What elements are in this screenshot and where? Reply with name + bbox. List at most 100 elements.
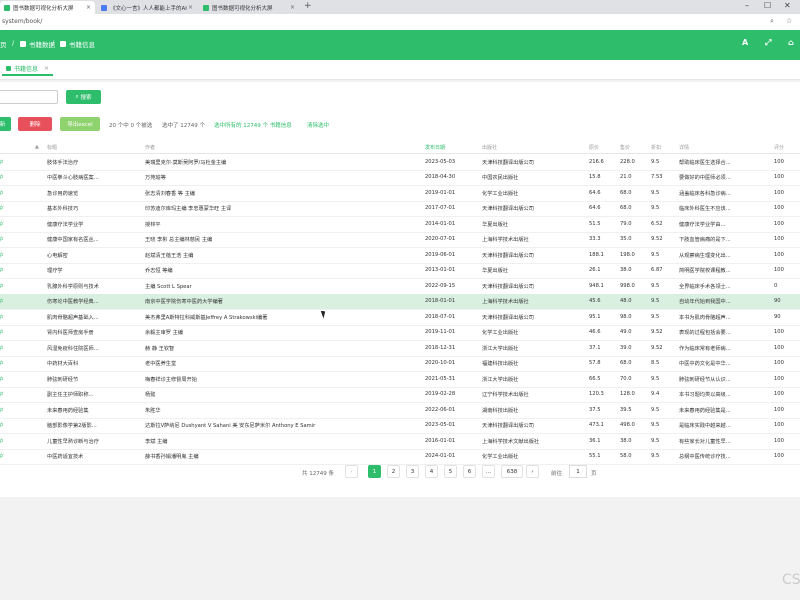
cell-price: 188.1: [589, 251, 604, 258]
cell-discount: 9.5: [651, 298, 660, 304]
row-edit-icon[interactable]: 护: [0, 438, 10, 445]
row-edit-icon[interactable]: 护: [0, 174, 10, 181]
row-edit-icon[interactable]: 护: [0, 298, 10, 305]
browser-tab-1[interactable]: 图书数据可视化分析大屏 ×: [0, 1, 95, 14]
search-icon[interactable]: ⌕: [770, 17, 774, 26]
cell-publisher: 辽宁科学技术出版社: [482, 392, 529, 398]
row-edit-icon[interactable]: 护: [0, 205, 10, 212]
table-row[interactable]: 护 伤寒论中医教学经典... 南京中医学院伤寒中医药大学编著 2018-01-01 上海…: [0, 293, 800, 310]
search-input[interactable]: [0, 90, 58, 104]
row-edit-icon[interactable]: 护: [0, 360, 10, 367]
table-row[interactable]: 护 风湿免疫科住院医师... 赫 静 王钦智 2018-12-31 浙江大学出版社 37.…: [0, 340, 800, 357]
table-row[interactable]: 护 中医药适宜技术 薛书香孙娟潘明胤 主编 2024-01-01 化学工业出版社 55.1…: [0, 449, 800, 465]
row-edit-icon[interactable]: 护: [0, 422, 10, 429]
row-edit-icon[interactable]: 护: [0, 283, 10, 290]
cell-rating: 100: [774, 391, 784, 397]
column-header-detail[interactable]: 详情: [679, 144, 689, 151]
row-edit-icon[interactable]: 护: [0, 236, 10, 243]
select-all-link[interactable]: 选中所有的 12749 个 书籍信息: [214, 121, 292, 129]
row-edit-icon[interactable]: 护: [0, 329, 10, 336]
table-row[interactable]: 护 肾内科医师查房手册 余毅主审罗 主编 2019-11-01 化学工业出版社 46.6 4…: [0, 325, 800, 341]
table-row[interactable]: 护 理疗学 乔志恒 等编 2013-01-01 华夏出版社 26.1 38.0 6.87 简明医…: [0, 263, 800, 279]
cell-author: 万苑瑜等: [145, 175, 166, 181]
close-tab-icon[interactable]: ×: [86, 4, 91, 11]
goto-page-input[interactable]: 1: [569, 465, 587, 478]
column-header-rating[interactable]: 评分: [774, 144, 784, 151]
selected-count: 选中了 12749 个: [162, 123, 205, 129]
page-button[interactable]: 5: [444, 465, 457, 478]
table-row[interactable]: 护 肢体手法治疗 美瑞里克尔·莫斯吴阿罗/马杜金主编 2023-05-03 天津科技翻译…: [0, 154, 800, 171]
clear-selection-link[interactable]: 清除选中: [307, 121, 329, 129]
close-icon[interactable]: ×: [44, 65, 49, 72]
cell-publisher: 化学工业出版社: [482, 454, 519, 460]
row-edit-icon[interactable]: 护: [0, 391, 10, 398]
table-row[interactable]: 护 未来春用药经验集 朱胜华 2022-06-01 湖南科技出版社 37.5 39.5 9.5…: [0, 402, 800, 419]
table-row[interactable]: 护 肺弦刺研经节 梅春祥诊主修督周开始 2021-05-31 浙江大学出版社 66.5 70…: [0, 371, 800, 388]
table-row[interactable]: 护 肌肉骨骼超声基础入... 美杰弗里A斯特拉科威斯基Jeffrey A Strak…: [0, 309, 800, 326]
breadcrumb-book-data[interactable]: 书籍数据: [20, 39, 55, 49]
table-row[interactable]: 护 心电解密 赵斌清王蓓王浩 主编 2019-06-01 天津科技翻译出版公司 188.1…: [0, 247, 800, 264]
column-header-publisher[interactable]: 出版社: [482, 144, 497, 151]
address-bar[interactable]: system/book/ ⌕ ☆: [0, 14, 800, 31]
export-excel-button[interactable]: 导出excel: [60, 117, 100, 131]
table-row[interactable]: 护 基本外科技巧 印苏迪尔库玛主编 李忠惠蒙华旺 主译 2017-07-01 天津科技翻…: [0, 201, 800, 217]
table-row[interactable]: 护 健康中国家有名医丛... 王晓 李彬 总主编林慈民 主编 2020-07-01 上海…: [0, 232, 800, 248]
url-text[interactable]: system/book/: [2, 18, 42, 25]
search-button[interactable]: ⌕ 搜索: [66, 90, 101, 104]
sort-icon[interactable]: ▲: [35, 144, 39, 150]
column-header-discount[interactable]: 折扣: [651, 144, 661, 151]
page-button[interactable]: 6: [463, 465, 476, 478]
add-button[interactable]: 新: [0, 117, 11, 131]
browser-tab-3[interactable]: 图书数据可视化分析大屏 ×: [199, 1, 299, 14]
table-row[interactable]: 护 儿童性早熟诊断与治疗 李斌 主编 2016-01-01 上海科学技术文献出版社 36.…: [0, 433, 800, 450]
tab-book-info[interactable]: 书籍信息 ×: [2, 62, 54, 76]
table-row[interactable]: 护 急诊用药速览 张志清刘春香 等 主编 2019-01-01 化学工业出版社 64.6 6…: [0, 185, 800, 202]
cell-rating: 100: [774, 251, 784, 258]
prev-page-button[interactable]: ‹: [345, 465, 358, 478]
breadcrumb-book-info[interactable]: 书籍信息: [60, 39, 95, 49]
row-edit-icon[interactable]: 护: [0, 453, 10, 460]
column-header-date[interactable]: 发布日期: [425, 144, 445, 151]
font-size-icon[interactable]: A: [742, 38, 748, 47]
cell-date: 2020-10-01: [425, 360, 456, 366]
new-tab-button[interactable]: +: [304, 1, 312, 11]
table-row[interactable]: 护 中医拳斗心肢病医案... 万苑瑜等 2018-04-30 中国农民出版社 15.8 21…: [0, 170, 800, 186]
close-tab-icon[interactable]: ×: [188, 4, 193, 11]
home-icon[interactable]: ⌂: [788, 38, 794, 47]
column-header-sale-price[interactable]: 售价: [620, 144, 630, 151]
table-row[interactable]: 护 健康疗法学业学 授林平 2014-01-01 华夏出版社 51.5 79.0 6.52 健康…: [0, 216, 800, 233]
minimize-icon[interactable]: –: [745, 1, 749, 10]
fullscreen-icon[interactable]: ⤢: [765, 38, 771, 48]
row-edit-icon[interactable]: 护: [0, 252, 10, 259]
browser-tab-2[interactable]: 《文心一言》人人都能上手的AI ×: [97, 1, 197, 14]
page-button[interactable]: 4: [425, 465, 438, 478]
last-page-button[interactable]: 638: [501, 465, 523, 478]
row-edit-icon[interactable]: 护: [0, 267, 10, 274]
star-icon[interactable]: ☆: [786, 17, 792, 25]
row-edit-icon[interactable]: 护: [0, 314, 10, 321]
row-edit-icon[interactable]: 护: [0, 345, 10, 352]
row-edit-icon[interactable]: 护: [0, 159, 10, 166]
table-row[interactable]: 护 乳腺外科学原则与技术 主编 Scott L Spear 2022-09-15 天津科…: [0, 278, 800, 295]
column-header-author[interactable]: 作者: [145, 144, 155, 151]
cell-sale-price: 68.0: [620, 360, 632, 366]
table-row[interactable]: 护 副主任主护师职称... 杨懿 2019-02-28 辽宁科学技术出版社 120.3 12…: [0, 387, 800, 403]
next-page-button[interactable]: ›: [526, 465, 539, 478]
page-button[interactable]: 1: [368, 465, 381, 478]
page-button[interactable]: 3: [406, 465, 419, 478]
row-edit-icon[interactable]: 护: [0, 376, 10, 383]
table-row[interactable]: 护 脑部影像学第2版影... 达斯拉V萨纳尼 Dushyant V Sahani 美…: [0, 418, 800, 434]
close-tab-icon[interactable]: ×: [290, 4, 295, 11]
breadcrumb-home[interactable]: 页: [0, 39, 7, 49]
maximize-icon[interactable]: ☐: [764, 1, 771, 10]
table-row[interactable]: 护 中药材大百科 老中医养生堂 2020-10-01 福建科技出版社 57.8 68.0 8.…: [0, 356, 800, 372]
delete-button[interactable]: 删除: [18, 117, 52, 131]
row-edit-icon[interactable]: 护: [0, 407, 10, 414]
row-edit-icon[interactable]: 护: [0, 190, 10, 197]
row-edit-icon[interactable]: 护: [0, 221, 10, 228]
column-header-price[interactable]: 原价: [589, 144, 599, 151]
column-header-title[interactable]: 标题: [47, 144, 57, 151]
breadcrumb-separator: /: [12, 39, 15, 47]
close-window-icon[interactable]: ✕: [784, 1, 791, 10]
page-button[interactable]: 2: [387, 465, 400, 478]
